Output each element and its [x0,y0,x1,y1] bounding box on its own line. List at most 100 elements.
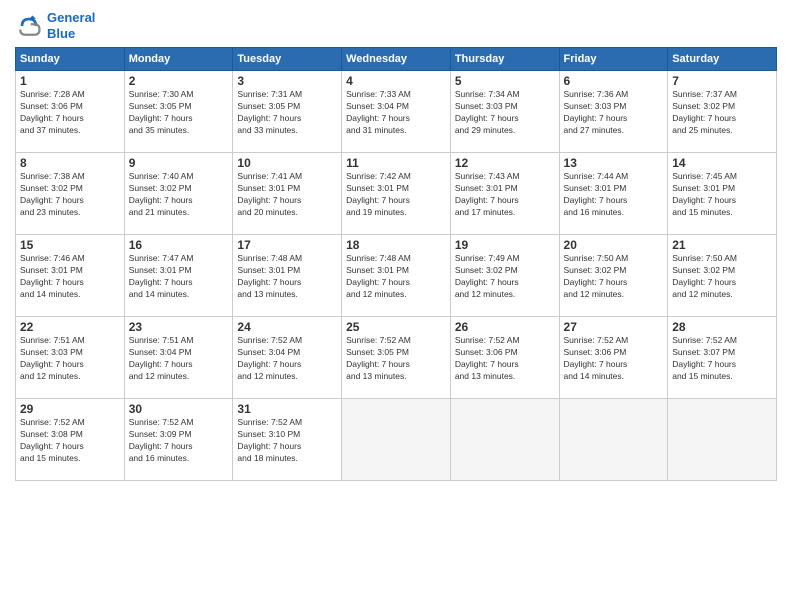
calendar-day-header: Thursday [450,48,559,71]
calendar-cell: 11Sunrise: 7:42 AMSunset: 3:01 PMDayligh… [342,153,451,235]
day-info: Sunrise: 7:45 AMSunset: 3:01 PMDaylight:… [672,171,772,219]
day-info: Sunrise: 7:47 AMSunset: 3:01 PMDaylight:… [129,253,229,301]
logo-icon [15,12,43,40]
day-number: 2 [129,74,229,88]
calendar-cell: 22Sunrise: 7:51 AMSunset: 3:03 PMDayligh… [16,317,125,399]
day-info: Sunrise: 7:52 AMSunset: 3:09 PMDaylight:… [129,417,229,465]
calendar-cell: 15Sunrise: 7:46 AMSunset: 3:01 PMDayligh… [16,235,125,317]
day-info: Sunrise: 7:37 AMSunset: 3:02 PMDaylight:… [672,89,772,137]
calendar-day-header: Monday [124,48,233,71]
day-number: 24 [237,320,337,334]
day-number: 15 [20,238,120,252]
calendar-cell [450,399,559,481]
day-number: 16 [129,238,229,252]
logo: General Blue [15,10,95,41]
calendar-cell: 16Sunrise: 7:47 AMSunset: 3:01 PMDayligh… [124,235,233,317]
calendar-cell: 23Sunrise: 7:51 AMSunset: 3:04 PMDayligh… [124,317,233,399]
day-info: Sunrise: 7:43 AMSunset: 3:01 PMDaylight:… [455,171,555,219]
day-info: Sunrise: 7:48 AMSunset: 3:01 PMDaylight:… [237,253,337,301]
calendar-cell: 24Sunrise: 7:52 AMSunset: 3:04 PMDayligh… [233,317,342,399]
day-number: 17 [237,238,337,252]
day-number: 25 [346,320,446,334]
day-number: 1 [20,74,120,88]
calendar-day-header: Friday [559,48,668,71]
day-number: 21 [672,238,772,252]
day-info: Sunrise: 7:41 AMSunset: 3:01 PMDaylight:… [237,171,337,219]
calendar-cell: 3Sunrise: 7:31 AMSunset: 3:05 PMDaylight… [233,71,342,153]
calendar-cell: 10Sunrise: 7:41 AMSunset: 3:01 PMDayligh… [233,153,342,235]
day-info: Sunrise: 7:48 AMSunset: 3:01 PMDaylight:… [346,253,446,301]
day-info: Sunrise: 7:40 AMSunset: 3:02 PMDaylight:… [129,171,229,219]
day-number: 11 [346,156,446,170]
calendar-cell: 21Sunrise: 7:50 AMSunset: 3:02 PMDayligh… [668,235,777,317]
day-number: 6 [564,74,664,88]
calendar-week-row: 22Sunrise: 7:51 AMSunset: 3:03 PMDayligh… [16,317,777,399]
day-number: 29 [20,402,120,416]
calendar-day-header: Tuesday [233,48,342,71]
day-number: 3 [237,74,337,88]
calendar-cell: 27Sunrise: 7:52 AMSunset: 3:06 PMDayligh… [559,317,668,399]
calendar-cell [668,399,777,481]
calendar-cell: 20Sunrise: 7:50 AMSunset: 3:02 PMDayligh… [559,235,668,317]
day-info: Sunrise: 7:50 AMSunset: 3:02 PMDaylight:… [672,253,772,301]
day-info: Sunrise: 7:52 AMSunset: 3:05 PMDaylight:… [346,335,446,383]
day-number: 26 [455,320,555,334]
day-number: 8 [20,156,120,170]
calendar-cell: 17Sunrise: 7:48 AMSunset: 3:01 PMDayligh… [233,235,342,317]
calendar-cell: 30Sunrise: 7:52 AMSunset: 3:09 PMDayligh… [124,399,233,481]
calendar-week-row: 1Sunrise: 7:28 AMSunset: 3:06 PMDaylight… [16,71,777,153]
calendar-cell: 18Sunrise: 7:48 AMSunset: 3:01 PMDayligh… [342,235,451,317]
day-number: 23 [129,320,229,334]
logo-text: General Blue [47,10,95,41]
calendar-header-row: SundayMondayTuesdayWednesdayThursdayFrid… [16,48,777,71]
calendar-cell: 29Sunrise: 7:52 AMSunset: 3:08 PMDayligh… [16,399,125,481]
calendar-cell: 4Sunrise: 7:33 AMSunset: 3:04 PMDaylight… [342,71,451,153]
day-number: 12 [455,156,555,170]
day-number: 10 [237,156,337,170]
calendar-cell: 5Sunrise: 7:34 AMSunset: 3:03 PMDaylight… [450,71,559,153]
day-number: 5 [455,74,555,88]
day-info: Sunrise: 7:51 AMSunset: 3:03 PMDaylight:… [20,335,120,383]
day-info: Sunrise: 7:49 AMSunset: 3:02 PMDaylight:… [455,253,555,301]
day-number: 30 [129,402,229,416]
day-number: 27 [564,320,664,334]
day-number: 20 [564,238,664,252]
day-number: 18 [346,238,446,252]
day-info: Sunrise: 7:50 AMSunset: 3:02 PMDaylight:… [564,253,664,301]
day-number: 4 [346,74,446,88]
calendar-cell: 1Sunrise: 7:28 AMSunset: 3:06 PMDaylight… [16,71,125,153]
calendar-cell: 2Sunrise: 7:30 AMSunset: 3:05 PMDaylight… [124,71,233,153]
calendar-cell: 13Sunrise: 7:44 AMSunset: 3:01 PMDayligh… [559,153,668,235]
day-info: Sunrise: 7:31 AMSunset: 3:05 PMDaylight:… [237,89,337,137]
calendar-week-row: 15Sunrise: 7:46 AMSunset: 3:01 PMDayligh… [16,235,777,317]
day-info: Sunrise: 7:46 AMSunset: 3:01 PMDaylight:… [20,253,120,301]
day-info: Sunrise: 7:38 AMSunset: 3:02 PMDaylight:… [20,171,120,219]
calendar-cell [559,399,668,481]
day-number: 13 [564,156,664,170]
calendar-cell [342,399,451,481]
calendar-cell: 14Sunrise: 7:45 AMSunset: 3:01 PMDayligh… [668,153,777,235]
calendar-cell: 31Sunrise: 7:52 AMSunset: 3:10 PMDayligh… [233,399,342,481]
calendar-cell: 12Sunrise: 7:43 AMSunset: 3:01 PMDayligh… [450,153,559,235]
day-number: 14 [672,156,772,170]
calendar-table: SundayMondayTuesdayWednesdayThursdayFrid… [15,47,777,481]
calendar-cell: 6Sunrise: 7:36 AMSunset: 3:03 PMDaylight… [559,71,668,153]
calendar-day-header: Wednesday [342,48,451,71]
calendar-cell: 19Sunrise: 7:49 AMSunset: 3:02 PMDayligh… [450,235,559,317]
calendar-week-row: 29Sunrise: 7:52 AMSunset: 3:08 PMDayligh… [16,399,777,481]
day-number: 28 [672,320,772,334]
day-number: 19 [455,238,555,252]
calendar-day-header: Saturday [668,48,777,71]
calendar-cell: 7Sunrise: 7:37 AMSunset: 3:02 PMDaylight… [668,71,777,153]
calendar-cell: 8Sunrise: 7:38 AMSunset: 3:02 PMDaylight… [16,153,125,235]
day-info: Sunrise: 7:52 AMSunset: 3:10 PMDaylight:… [237,417,337,465]
day-info: Sunrise: 7:51 AMSunset: 3:04 PMDaylight:… [129,335,229,383]
day-info: Sunrise: 7:42 AMSunset: 3:01 PMDaylight:… [346,171,446,219]
day-number: 7 [672,74,772,88]
day-number: 9 [129,156,229,170]
calendar-day-header: Sunday [16,48,125,71]
page-container: General Blue SundayMondayTuesdayWednesda… [0,0,792,612]
day-number: 31 [237,402,337,416]
day-info: Sunrise: 7:44 AMSunset: 3:01 PMDaylight:… [564,171,664,219]
day-info: Sunrise: 7:28 AMSunset: 3:06 PMDaylight:… [20,89,120,137]
